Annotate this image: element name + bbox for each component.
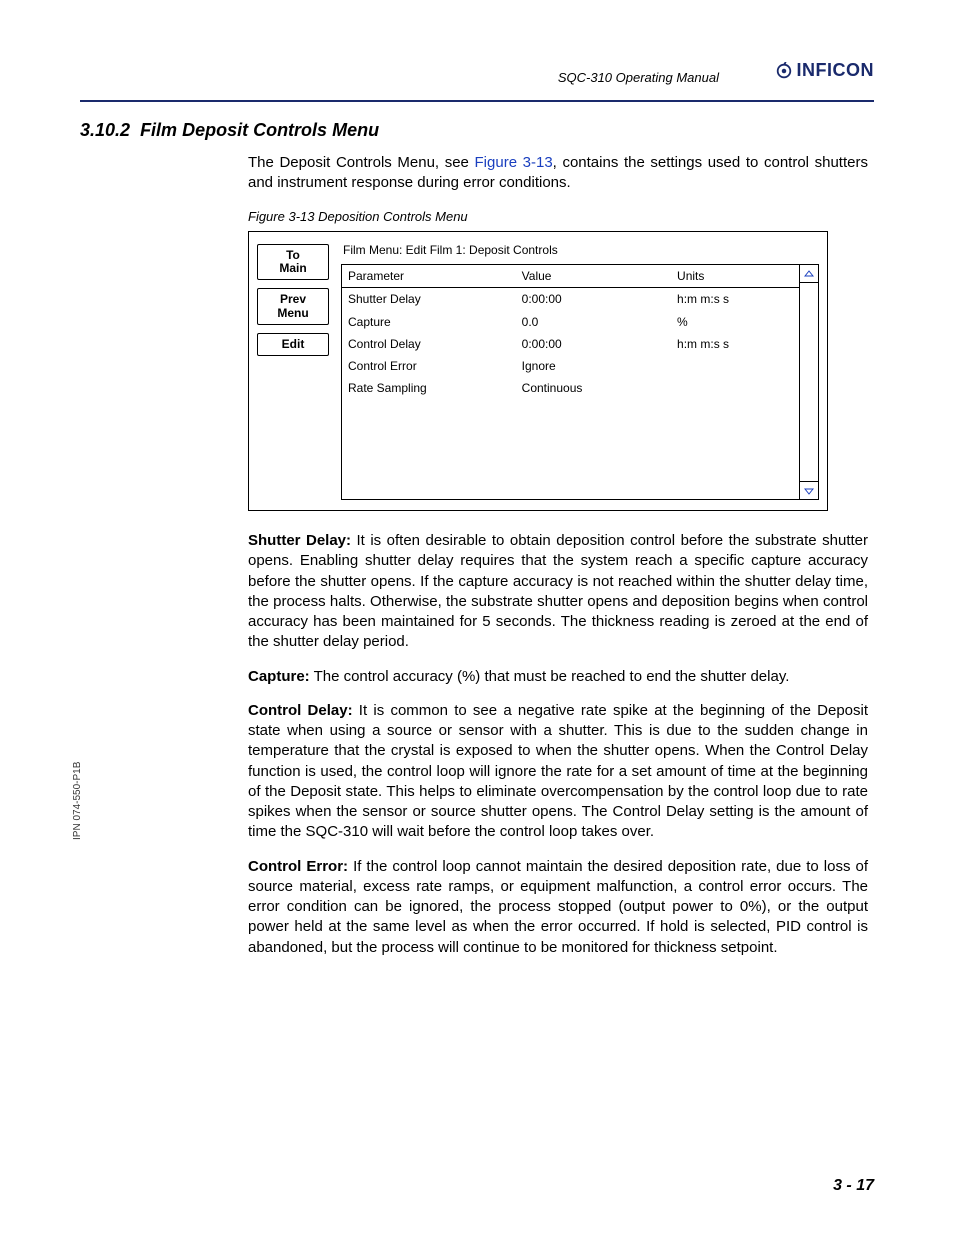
cell-value: Continuous xyxy=(516,377,671,399)
prev-menu-button[interactable]: PrevMenu xyxy=(257,288,329,324)
brand-icon xyxy=(775,62,793,80)
table-row[interactable]: Control Delay0:00:00h:m m:s s xyxy=(342,333,799,355)
parameter-table: Parameter Value Units Shutter Delay0:00:… xyxy=(341,264,800,500)
cell-param: Rate Sampling xyxy=(342,377,516,399)
intro-paragraph: The Deposit Controls Menu, see Figure 3-… xyxy=(248,153,868,194)
cell-value: 0.0 xyxy=(516,311,671,333)
col-value: Value xyxy=(516,265,671,287)
brand-text: INFICON xyxy=(797,60,875,81)
table-row[interactable]: Capture0.0% xyxy=(342,311,799,333)
cell-value: 0:00:00 xyxy=(516,333,671,355)
cell-units: h:m m:s s xyxy=(671,333,799,355)
cell-units: % xyxy=(671,311,799,333)
definition-paragraph: Capture: The control accuracy (%) that m… xyxy=(248,667,868,687)
col-units: Units xyxy=(671,265,799,287)
cell-units xyxy=(671,377,799,399)
soft-button-column: ToMain PrevMenu Edit xyxy=(249,232,337,510)
side-label: IPN 074-550-P1B xyxy=(72,762,83,840)
brand-logo: INFICON xyxy=(775,60,875,81)
edit-button[interactable]: Edit xyxy=(257,333,329,356)
scroll-down-icon[interactable] xyxy=(800,481,818,499)
definition-paragraph: Shutter Delay: It is often desirable to … xyxy=(248,531,868,653)
cell-param: Capture xyxy=(342,311,516,333)
cell-param: Shutter Delay xyxy=(342,288,516,310)
doc-title: SQC-310 Operating Manual xyxy=(558,70,719,85)
scroll-up-icon[interactable] xyxy=(800,265,818,283)
section-heading: 3.10.2 Film Deposit Controls Menu xyxy=(80,120,874,141)
definition-paragraph: Control Delay: It is common to see a neg… xyxy=(248,701,868,843)
header-rule xyxy=(80,100,874,102)
breadcrumb: Film Menu: Edit Film 1: Deposit Controls xyxy=(341,242,819,258)
page-number: 3 - 17 xyxy=(833,1177,874,1195)
figure-caption: Figure 3-13 Deposition Controls Menu xyxy=(248,208,868,226)
to-main-button[interactable]: ToMain xyxy=(257,244,329,280)
cell-value: Ignore xyxy=(516,355,671,377)
cell-units xyxy=(671,355,799,377)
cell-units: h:m m:s s xyxy=(671,288,799,310)
definition-paragraph: Control Error: If the control loop canno… xyxy=(248,857,868,958)
col-parameter: Parameter xyxy=(342,265,516,287)
table-row[interactable]: Shutter Delay0:00:00h:m m:s s xyxy=(342,288,799,310)
cell-param: Control Error xyxy=(342,355,516,377)
figure-screenshot: ToMain PrevMenu Edit Film Menu: Edit Fil… xyxy=(248,231,828,511)
table-row[interactable]: Control ErrorIgnore xyxy=(342,355,799,377)
figure-reference-link[interactable]: Figure 3-13 xyxy=(475,154,553,171)
scrollbar[interactable] xyxy=(800,264,819,500)
cell-param: Control Delay xyxy=(342,333,516,355)
table-row[interactable]: Rate SamplingContinuous xyxy=(342,377,799,399)
cell-value: 0:00:00 xyxy=(516,288,671,310)
